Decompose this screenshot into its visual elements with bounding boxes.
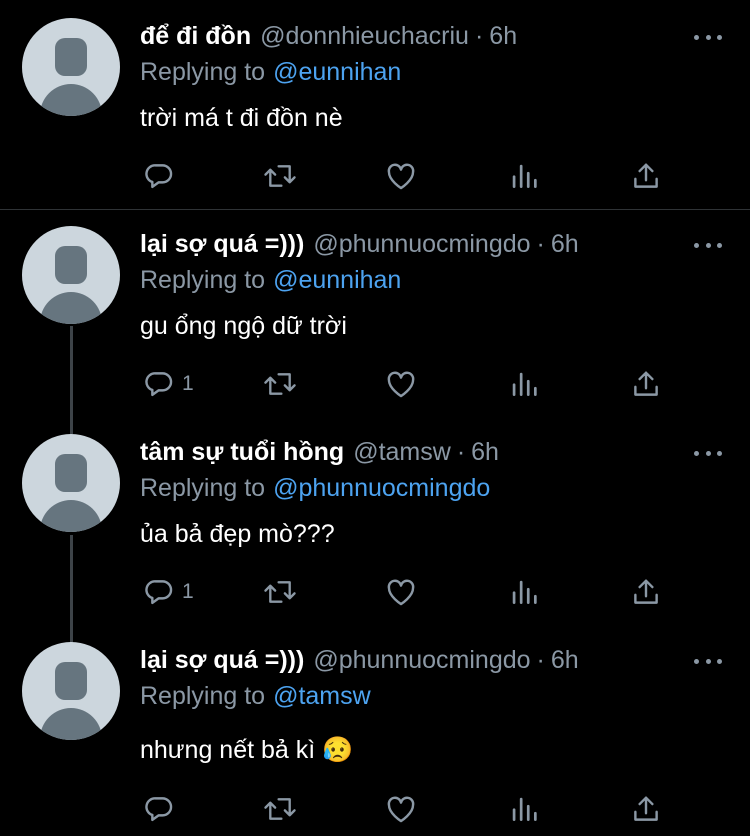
analytics-icon [512,797,537,821]
timestamp[interactable]: 6h [551,646,579,675]
reply-count: 1 [182,580,194,603]
reply-count: 1 [182,372,194,395]
display-name[interactable]: để đi đồn [140,22,251,51]
retweet-button[interactable] [262,575,298,609]
more-icon[interactable] [694,32,722,42]
replying-to: Replying to @eunnihan [140,262,401,298]
replying-to: Replying to @phunnuocmingdo [140,470,490,506]
retweet-icon [264,581,296,603]
replying-to: Replying to @eunnihan [140,54,401,90]
replying-to: Replying to @tamsw [140,678,371,714]
display-name[interactable]: lại sợ quá =))) [140,646,304,675]
like-button[interactable] [384,792,418,826]
tweet-header: để đi đồn @donnhieuchacriu · 6h [140,18,517,54]
replying-to-label: Replying to [140,57,266,86]
more-icon[interactable] [694,448,722,458]
analytics-icon [512,372,537,396]
tweet-text: trời má t đi đồn nè [140,103,343,132]
share-button[interactable] [629,159,663,193]
separator: · [474,21,484,50]
timestamp[interactable]: 6h [489,22,517,51]
reply-icon [145,797,173,822]
reply-icon [145,372,173,397]
share-icon [634,163,658,188]
tweet-actions [0,792,750,826]
reply-button[interactable] [142,159,182,193]
more-icon[interactable] [694,656,722,666]
retweet-button[interactable] [262,792,298,826]
separator: · [536,229,545,258]
share-icon [634,796,658,821]
user-handle[interactable]: @donnhieuchacriu [260,22,469,51]
avatar[interactable] [22,226,120,324]
analytics-icon [512,164,537,188]
reply-icon [145,580,173,605]
tweet-text: gu ổng ngộ dữ trời [140,311,347,340]
like-button[interactable] [384,367,418,401]
reply-button[interactable]: 1 [142,367,194,401]
analytics-icon [512,580,537,604]
tweet-text: nhưng nết bả kì 😥 [140,735,354,764]
separator: · [536,645,545,674]
tweet-header: lại sợ quá =))) @phunnuocmingdo · 6h [140,226,579,262]
tweet-header: lại sợ quá =))) @phunnuocmingdo · 6h [140,642,579,678]
retweet-button[interactable] [262,159,298,193]
replying-to-label: Replying to [140,473,266,502]
tweet-text: ủa bả đẹp mò??? [140,519,335,548]
timestamp[interactable]: 6h [471,438,499,467]
reply-button[interactable] [142,792,182,826]
reply-button[interactable]: 1 [142,575,194,609]
like-icon [387,163,415,190]
analytics-button[interactable] [507,159,541,193]
avatar[interactable] [22,18,120,116]
display-name[interactable]: tâm sự tuổi hồng [140,438,344,467]
tweet-actions: 1 [0,575,750,609]
more-icon[interactable] [694,240,722,250]
like-icon [387,371,415,398]
share-icon [634,579,658,604]
share-icon [634,371,658,396]
avatar[interactable] [22,642,120,740]
replying-to-label: Replying to [140,681,266,710]
replying-to-link[interactable]: @eunnihan [273,58,401,87]
like-icon [387,796,415,823]
analytics-button[interactable] [507,575,541,609]
display-name[interactable]: lại sợ quá =))) [140,230,304,259]
replying-to-link[interactable]: @phunnuocmingdo [273,474,490,503]
separator: · [456,437,466,466]
retweet-icon [264,165,296,187]
share-button[interactable] [629,367,663,401]
analytics-button[interactable] [507,792,541,826]
like-button[interactable] [384,575,418,609]
timestamp[interactable]: 6h [551,230,579,259]
replying-to-label: Replying to [140,265,266,294]
like-button[interactable] [384,159,418,193]
reply-icon [145,164,173,189]
user-handle[interactable]: @tamsw [353,438,451,467]
user-handle[interactable]: @phunnuocmingdo [313,230,530,259]
retweet-button[interactable] [262,367,298,401]
like-icon [387,579,415,606]
share-button[interactable] [629,792,663,826]
replying-to-link[interactable]: @eunnihan [273,266,401,295]
tweet-actions: 1 [0,367,750,401]
user-handle[interactable]: @phunnuocmingdo [313,646,530,675]
analytics-button[interactable] [507,367,541,401]
tweet-header: tâm sự tuổi hồng @tamsw · 6h [140,434,499,470]
divider [0,209,750,210]
replying-to-link[interactable]: @tamsw [273,682,371,711]
share-button[interactable] [629,575,663,609]
avatar[interactable] [22,434,120,532]
tweet-actions [0,159,750,193]
retweet-icon [264,373,296,395]
retweet-icon [264,798,296,820]
